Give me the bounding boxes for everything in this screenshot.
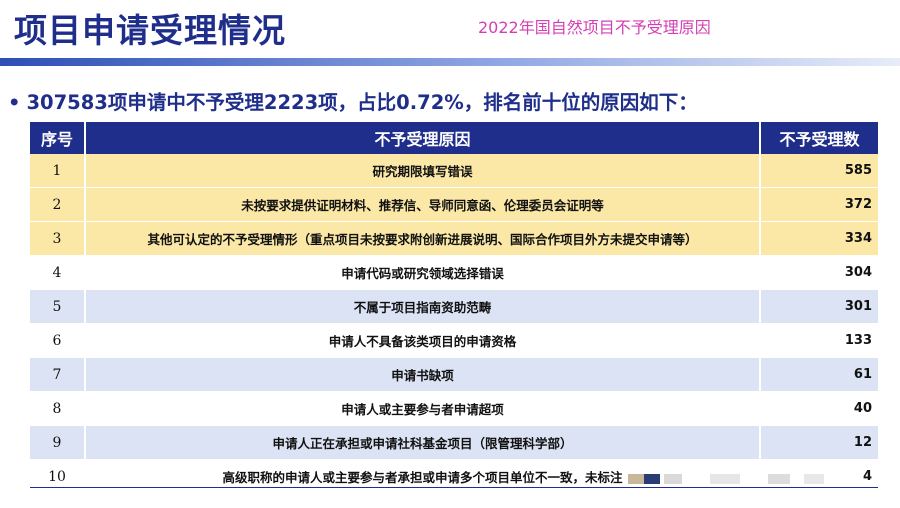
row-count: 304 xyxy=(760,255,878,290)
row-count: 133 xyxy=(760,323,878,358)
row-reason: 申请书缺项 xyxy=(85,357,761,392)
header-reason: 不予受理原因 xyxy=(84,122,760,154)
row-count: 12 xyxy=(760,425,878,460)
row-index: 9 xyxy=(30,425,86,460)
row-reason: 申请人不具备该类项目的申请资格 xyxy=(85,323,761,358)
summary-text: 307583项申请中不予受理2223项，占比0.72%，排名前十位的原因如下： xyxy=(26,91,698,114)
row-count: 40 xyxy=(760,391,878,426)
header-count: 不予受理数 xyxy=(759,122,878,154)
table-row: 3 其他可认定的不予受理情形（重点项目未按要求附创新进展说明、国际合作项目外方未提… xyxy=(30,221,878,256)
table-header-row: 序号 不予受理原因 不予受理数 xyxy=(30,122,878,154)
table-row: 7 申请书缺项 61 xyxy=(30,357,878,392)
row-reason: 其他可认定的不予受理情形（重点项目未按要求附创新进展说明、国际合作项目外方未提交… xyxy=(85,221,761,256)
page-subtitle: 2022年国自然项目不予受理原因 xyxy=(478,18,711,37)
rejection-reasons-table: 序号 不予受理原因 不予受理数 1 研究期限填写错误 585 2 未按要求提供证明材料、… xyxy=(30,122,878,494)
row-index: 4 xyxy=(30,255,86,290)
row-index: 5 xyxy=(30,289,86,324)
table-row: 8 申请人或主要参与者申请超项 40 xyxy=(30,391,878,426)
header-index: 序号 xyxy=(30,122,85,154)
row-count: 301 xyxy=(760,289,878,324)
header-divider-bar xyxy=(0,58,900,66)
table-row: 6 申请人不具备该类项目的申请资格 133 xyxy=(30,323,878,358)
row-reason: 未按要求提供证明材料、推荐信、导师同意函、伦理委员会证明等 xyxy=(85,187,761,222)
row-reason: 申请代码或研究领域选择错误 xyxy=(85,255,761,290)
table-row: 4 申请代码或研究领域选择错误 304 xyxy=(30,255,878,290)
table-row: 9 申请人正在承担或申请社科基金项目（限管理科学部） 12 xyxy=(30,425,878,460)
row-index: 3 xyxy=(30,221,86,256)
row-count: 585 xyxy=(760,154,878,188)
row-reason: 不属于项目指南资助范畴 xyxy=(85,289,761,324)
row-index: 6 xyxy=(30,323,86,358)
table-row: 2 未按要求提供证明材料、推荐信、导师同意函、伦理委员会证明等 372 xyxy=(30,187,878,222)
row-index: 10 xyxy=(30,459,86,494)
page-title: 项目申请受理情况 xyxy=(14,11,286,50)
row-reason: 申请人正在承担或申请社科基金项目（限管理科学部） xyxy=(85,425,761,460)
row-count: 334 xyxy=(760,221,878,256)
row-index: 7 xyxy=(30,357,86,392)
row-index: 8 xyxy=(30,391,86,426)
summary-headline: • 307583项申请中不予受理2223项，占比0.72%，排名前十位的原因如下： xyxy=(8,86,698,115)
row-reason: 申请人或主要参与者申请超项 xyxy=(85,391,761,426)
table-bottom-border xyxy=(30,487,878,488)
row-count: 372 xyxy=(760,187,878,222)
row-index: 1 xyxy=(30,154,86,188)
table-row: 5 不属于项目指南资助范畴 301 xyxy=(30,289,878,324)
table-row: 1 研究期限填写错误 585 xyxy=(30,154,878,188)
bullet-icon: • xyxy=(8,91,21,114)
row-index: 2 xyxy=(30,187,86,222)
redacted-mosaic-image xyxy=(628,474,848,486)
row-count: 61 xyxy=(760,357,878,392)
row-reason: 研究期限填写错误 xyxy=(85,154,761,188)
